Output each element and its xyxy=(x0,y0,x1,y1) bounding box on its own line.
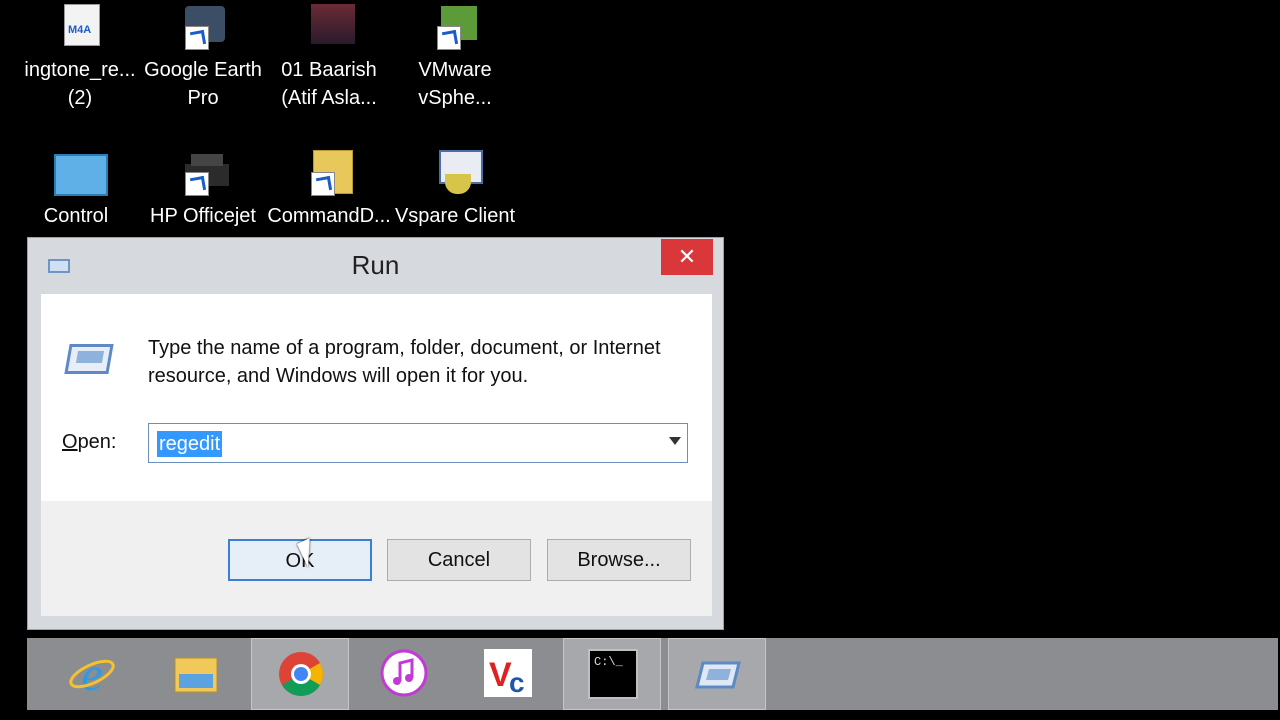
taskbar-item-chrome[interactable] xyxy=(251,638,349,710)
vspare-icon xyxy=(427,150,483,198)
svg-text:c: c xyxy=(509,667,525,698)
desktop-icon-ringtone[interactable]: M4A ingtone_re... (2) xyxy=(17,4,143,112)
desktop-icon-hp-officejet[interactable]: HP Officejet xyxy=(140,150,266,230)
run-icon xyxy=(695,661,741,689)
desktop-icon-label: (2) xyxy=(67,87,93,109)
desktop-icon-label: 01 Baarish xyxy=(281,59,377,81)
desktop-icon-label: CommandD... xyxy=(267,205,391,227)
desktop-icon-label: (Atif Asla... xyxy=(281,87,377,109)
run-icon xyxy=(63,342,115,380)
folder-icon xyxy=(301,150,357,198)
taskbar: e V c C:\_ xyxy=(27,638,1278,710)
desktop-icon-control[interactable]: Control xyxy=(13,150,139,230)
taskbar-item-file-explorer[interactable] xyxy=(147,638,245,710)
google-earth-icon xyxy=(175,4,231,52)
svg-text:e: e xyxy=(81,648,102,698)
taskbar-item-itunes[interactable] xyxy=(355,638,453,710)
printer-icon xyxy=(175,150,231,198)
open-label-accelerator: O xyxy=(62,431,78,453)
command-prompt-icon: C:\_ xyxy=(588,649,638,699)
control-panel-icon xyxy=(48,150,108,198)
open-label-text: pen: xyxy=(77,431,117,453)
taskbar-item-command-prompt[interactable]: C:\_ xyxy=(563,638,661,710)
open-input-value[interactable]: regedit xyxy=(157,431,223,457)
desktop-icon-vspare-client[interactable]: Vspare Client xyxy=(392,150,518,230)
audio-file-icon xyxy=(301,4,357,52)
desktop-icon-google-earth[interactable]: Google Earth Pro xyxy=(140,4,266,112)
desktop-icon-label: Google Earth xyxy=(144,59,262,81)
itunes-icon xyxy=(380,649,428,697)
chevron-down-icon[interactable] xyxy=(669,437,681,445)
taskbar-item-internet-explorer[interactable]: e xyxy=(43,638,141,710)
m4a-file-icon: M4A xyxy=(52,4,108,52)
vnc-icon: V c xyxy=(484,649,532,698)
desktop-icon-label: VMware xyxy=(418,59,492,81)
cancel-button[interactable]: Cancel xyxy=(387,539,531,581)
desktop-icon-commandd[interactable]: CommandD... xyxy=(266,150,392,230)
open-label: Open: xyxy=(62,431,117,454)
desktop-icon-label: Control xyxy=(43,205,109,227)
desktop-icon-label: ingtone_re... xyxy=(24,59,136,81)
command-prompt-text: C:\_ xyxy=(594,655,623,669)
taskbar-item-run[interactable] xyxy=(668,638,766,710)
file-explorer-icon xyxy=(174,657,218,693)
desktop-icon-label: Pro xyxy=(187,87,219,109)
dialog-description: Type the name of a program, folder, docu… xyxy=(148,337,661,387)
vmware-icon xyxy=(427,4,483,52)
open-combobox[interactable]: regedit xyxy=(148,423,688,463)
internet-explorer-icon: e xyxy=(69,648,115,698)
close-button[interactable]: ✕ xyxy=(661,239,713,275)
taskbar-item-vnc[interactable]: V c xyxy=(459,638,557,710)
desktop-icon-label: vSphe... xyxy=(418,87,492,109)
desktop-icon-label: Vspare Client xyxy=(394,205,516,227)
desktop-icon-vmware[interactable]: VMware vSphe... xyxy=(392,4,518,112)
run-dialog: Run ✕ Type the name of a program, folder… xyxy=(27,237,724,630)
browse-button[interactable]: Browse... xyxy=(547,539,691,581)
dialog-title: Run xyxy=(351,250,400,280)
chrome-icon xyxy=(279,652,323,696)
desktop-icon-baarish[interactable]: 01 Baarish (Atif Asla... xyxy=(266,4,392,112)
desktop-icon-label: HP Officejet xyxy=(150,205,256,227)
dialog-body: Type the name of a program, folder, docu… xyxy=(41,294,712,616)
title-bar[interactable]: Run ✕ xyxy=(28,238,723,294)
